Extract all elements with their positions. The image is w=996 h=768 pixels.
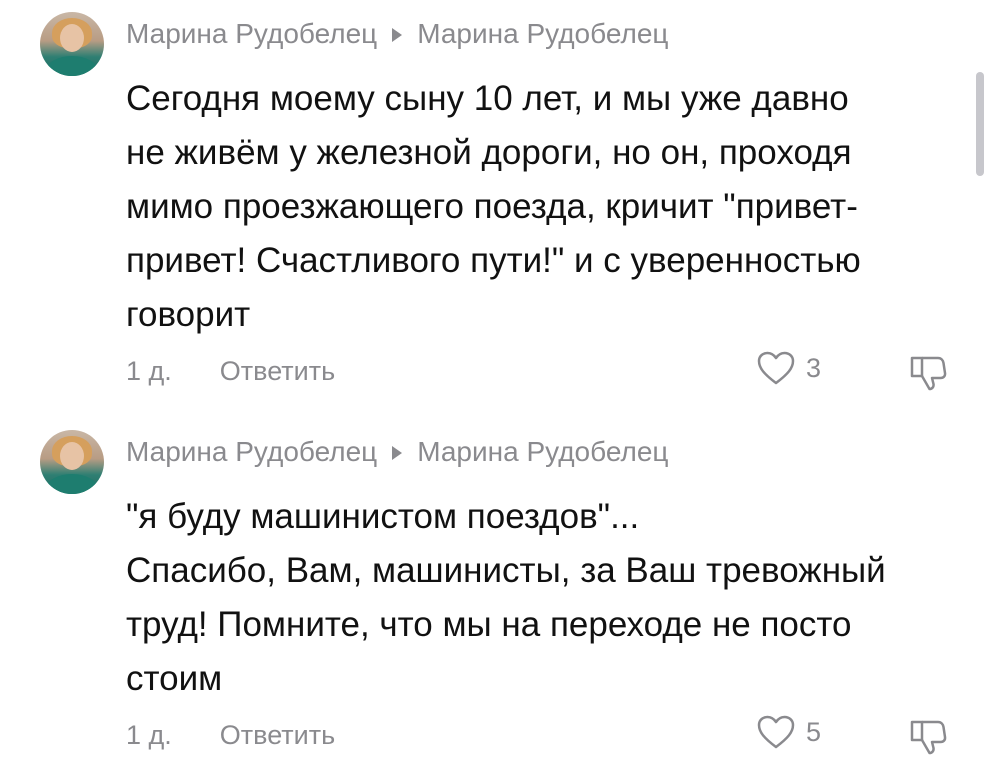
avatar-shirt xyxy=(46,56,98,76)
dislike-button[interactable] xyxy=(908,352,948,397)
caret-right-icon xyxy=(391,18,403,50)
comment-time: 1 д. xyxy=(126,356,172,386)
comment-time: 1 д. xyxy=(126,720,172,750)
reply-button[interactable]: Ответить xyxy=(220,720,335,751)
avatar-face xyxy=(60,24,84,52)
author-name[interactable]: Марина Рудобелец xyxy=(126,18,377,50)
thumbs-down-outline-icon xyxy=(910,356,947,391)
heart-outline-icon xyxy=(757,351,795,385)
comment-text-line: Спасибо, Вам, машинисты, за Ваш тревожны… xyxy=(126,551,886,590)
thumbs-down-outline-icon xyxy=(910,720,947,755)
reply-to-name[interactable]: Марина Рудобелец xyxy=(417,436,668,468)
comment-text-line: не живём у железной дороги, но он, прохо… xyxy=(126,133,852,172)
comment-text: Сегодня моему сыну 10 лет, и мы уже давн… xyxy=(126,72,966,342)
scrollbar[interactable] xyxy=(976,72,984,176)
comment-text-line: Сегодня моему сыну 10 лет, и мы уже давн… xyxy=(126,79,849,118)
comment-text-line: мимо проезжающего поезда, кричит "привет… xyxy=(126,187,858,226)
comment-meta: 1 д. Ответить xyxy=(126,720,335,751)
avatar[interactable] xyxy=(40,12,104,76)
caret-right-icon xyxy=(391,436,403,468)
heart-outline-icon xyxy=(757,715,795,749)
dislike-button[interactable] xyxy=(908,716,948,761)
comment-text-line: привет! Счастливого пути!" и с увереннос… xyxy=(126,241,861,280)
like-count: 5 xyxy=(806,716,822,747)
avatar-face xyxy=(60,442,84,470)
comment-text: "я буду машинистом поездов"... Спасибо, … xyxy=(126,490,966,706)
comment-meta: 1 д. Ответить xyxy=(126,356,335,387)
reply-to-name[interactable]: Марина Рудобелец xyxy=(417,18,668,50)
author-name[interactable]: Марина Рудобелец xyxy=(126,436,377,468)
author-line: Марина Рудобелец Марина Рудобелец xyxy=(126,436,668,468)
like-count: 3 xyxy=(806,352,822,383)
comment-text-line: "я буду машинистом поездов"... xyxy=(126,497,640,536)
like-button[interactable]: 5 xyxy=(756,714,821,750)
comment-text-line: труд! Помните, что мы на переходе не пос… xyxy=(126,605,852,644)
avatar[interactable] xyxy=(40,430,104,494)
reply-button[interactable]: Ответить xyxy=(220,356,335,387)
avatar-shirt xyxy=(46,474,98,494)
like-button[interactable]: 3 xyxy=(756,350,821,386)
author-line: Марина Рудобелец Марина Рудобелец xyxy=(126,18,668,50)
comment-text-line: говорит xyxy=(126,295,251,334)
comment-text-line: стоим xyxy=(126,659,223,698)
